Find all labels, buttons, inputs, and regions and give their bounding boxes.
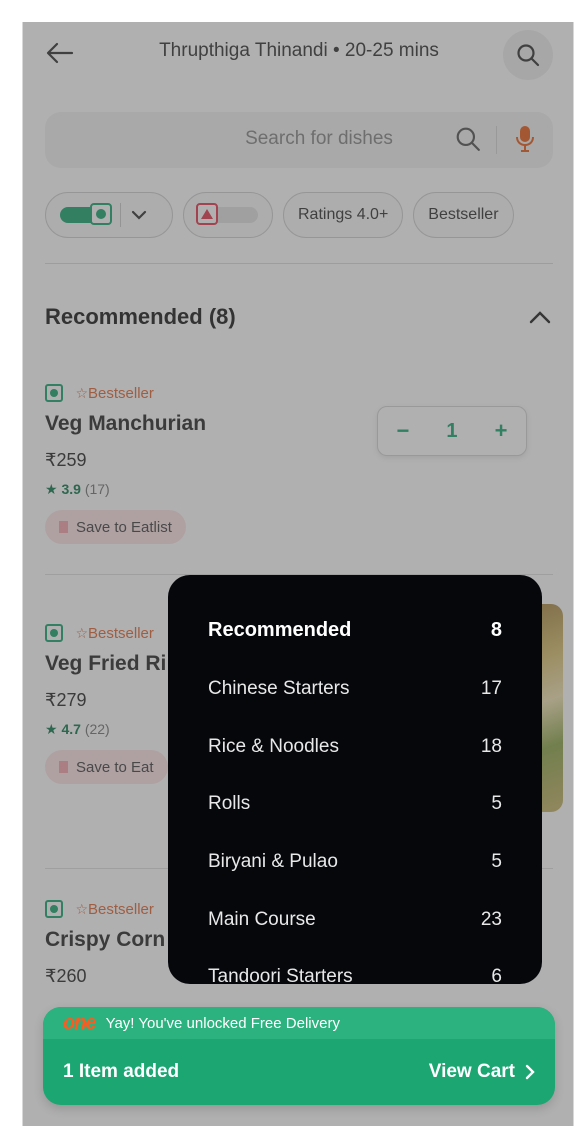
menu-item-recommended[interactable]: Recommended 8 xyxy=(208,610,502,650)
cart-bar[interactable]: one Yay! You've unlocked Free Delivery 1… xyxy=(43,1007,555,1105)
menu-item-count: 6 xyxy=(491,966,502,984)
menu-item-label: Recommended xyxy=(208,618,352,641)
menu-item-rolls[interactable]: Rolls 5 xyxy=(208,784,502,824)
cart-summary[interactable]: 1 Item added View Cart xyxy=(43,1039,555,1105)
menu-item-main-course[interactable]: Main Course 23 xyxy=(208,900,502,940)
view-cart-button[interactable]: View Cart xyxy=(429,1061,535,1083)
menu-item-count: 5 xyxy=(491,851,502,872)
view-cart-label: View Cart xyxy=(428,1061,515,1082)
menu-item-count: 18 xyxy=(480,736,502,757)
menu-item-label: Chinese Starters xyxy=(208,678,350,699)
free-delivery-banner: one Yay! You've unlocked Free Delivery xyxy=(43,1007,555,1039)
menu-item-count: 8 xyxy=(490,618,502,641)
menu-item-rice-noodles[interactable]: Rice & Noodles 18 xyxy=(208,727,502,767)
menu-item-count: 17 xyxy=(480,678,502,699)
menu-item-label: Biryani & Pulao xyxy=(208,851,338,872)
menu-item-tandoori-starters[interactable]: Tandoori Starters 6 xyxy=(208,957,502,984)
chevron-right-icon xyxy=(525,1064,535,1080)
menu-item-label: Tandoori Starters xyxy=(208,966,353,984)
menu-item-biryani-pulao[interactable]: Biryani & Pulao 5 xyxy=(208,842,502,882)
menu-item-label: Rice & Noodles xyxy=(208,736,339,757)
menu-item-label: Rolls xyxy=(208,793,251,814)
menu-item-label: Main Course xyxy=(208,909,316,930)
menu-item-count: 5 xyxy=(491,793,502,814)
menu-popup: Recommended 8 Chinese Starters 17 Rice &… xyxy=(168,575,542,984)
menu-item-count: 23 xyxy=(480,909,502,930)
items-added-text: 1 Item added xyxy=(63,1061,180,1082)
app-screen: Thrupthiga Thinandi • 20-25 mins Search … xyxy=(22,22,574,1126)
menu-item-chinese-starters[interactable]: Chinese Starters 17 xyxy=(208,669,502,709)
one-logo: one xyxy=(63,1011,97,1034)
free-delivery-text: Yay! You've unlocked Free Delivery xyxy=(105,1014,340,1032)
